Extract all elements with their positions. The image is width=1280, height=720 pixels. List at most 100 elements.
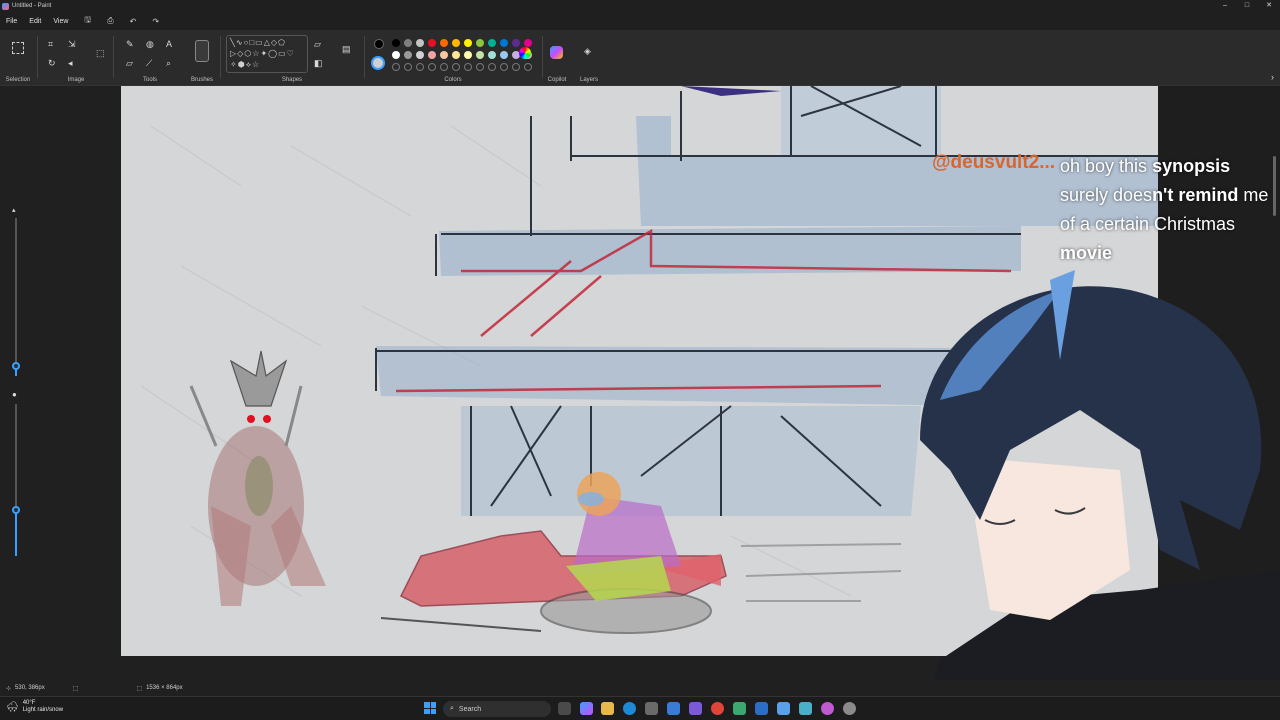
undo-icon[interactable]: ↶ (124, 17, 143, 26)
color-swatch[interactable] (476, 39, 484, 47)
task-view-icon[interactable] (558, 702, 571, 715)
color-swatch[interactable] (404, 39, 412, 47)
flip-icon[interactable]: ◂ (68, 58, 73, 69)
color-swatch[interactable] (440, 39, 448, 47)
save-icon[interactable]: 🖫 (78, 14, 97, 28)
color-swatch[interactable] (392, 63, 400, 71)
color-swatch[interactable] (452, 63, 460, 71)
color-swatch[interactable] (500, 63, 508, 71)
pencil-icon[interactable]: ✎ (126, 39, 134, 50)
color-swatch[interactable] (464, 39, 472, 47)
shape-style-icon[interactable]: ▤ (342, 44, 351, 55)
resize-icon[interactable]: ⇲ (68, 39, 76, 50)
maximize-button[interactable]: □ (1236, 0, 1258, 12)
chat-message-part: movie (1060, 243, 1113, 263)
divider (113, 36, 114, 78)
color-swatch[interactable] (488, 51, 496, 59)
color-swatch[interactable] (524, 39, 532, 47)
copilot-label: Copilot (547, 77, 567, 83)
opacity-slider-thumb[interactable] (12, 506, 20, 514)
color-swatch[interactable] (404, 51, 412, 59)
color-swatch[interactable] (452, 51, 460, 59)
copilot-taskbar-icon[interactable] (580, 702, 593, 715)
weather-widget[interactable]: 🌨 40°F Light rain/snow (6, 700, 63, 714)
tools-group: ✎ ◍ A ▱ ⟋ ⌕ Tools (116, 30, 184, 86)
color-swatch[interactable] (452, 39, 460, 47)
color-swatch[interactable] (416, 63, 424, 71)
primary-color-swatch[interactable] (374, 39, 384, 49)
color-swatch[interactable] (416, 51, 424, 59)
brush-icon[interactable] (195, 40, 209, 62)
share-icon[interactable]: ⎙ (101, 16, 119, 26)
divider (364, 36, 365, 78)
color-swatch[interactable] (440, 63, 448, 71)
color-swatch[interactable] (464, 63, 472, 71)
color-swatch[interactable] (476, 63, 484, 71)
redo-icon[interactable]: ↷ (146, 17, 165, 26)
start-icon[interactable] (424, 702, 436, 714)
color-swatch[interactable] (440, 51, 448, 59)
app-icon[interactable] (689, 702, 702, 715)
shape-fill-icon[interactable]: ◧ (314, 58, 323, 69)
status-bar: ⊹ 530, 386px ⬚ ⬚ 1536 × 864px (0, 680, 1280, 696)
size-slider-thumb[interactable] (12, 362, 20, 370)
image-select-icon[interactable]: ⬚ (96, 48, 105, 59)
text-icon[interactable]: A (166, 39, 172, 49)
color-swatch[interactable] (464, 51, 472, 59)
color-swatch[interactable] (392, 51, 400, 59)
divider (220, 36, 221, 78)
taskbar-search[interactable]: ⌕ Search (443, 701, 551, 717)
shapes-gallery[interactable]: ╲∿○□▭△◇⬠ ▷◇⬡☆✦◯▭♡ ✧⬢⟡☆ (226, 35, 308, 73)
outline-icon[interactable]: ▱ (314, 39, 321, 50)
browser-icon[interactable] (711, 702, 724, 715)
size-slider-track[interactable] (15, 218, 17, 368)
minimize-button[interactable]: – (1214, 0, 1236, 12)
app-icon[interactable] (755, 702, 768, 715)
secondary-color-swatch[interactable] (371, 56, 385, 70)
settings-icon[interactable] (843, 702, 856, 715)
paint-app-icon (2, 2, 9, 10)
paint-taskbar-icon[interactable] (799, 702, 812, 715)
color-swatch[interactable] (392, 39, 400, 47)
color-swatch[interactable] (524, 63, 532, 71)
colors-label: Colors (444, 77, 462, 83)
color-swatch[interactable] (428, 39, 436, 47)
color-swatch[interactable] (488, 39, 496, 47)
color-swatch[interactable] (428, 63, 436, 71)
color-wheel-icon[interactable] (519, 47, 531, 59)
menu-view[interactable]: View (47, 18, 74, 25)
app-icon[interactable] (821, 702, 834, 715)
color-swatch[interactable] (500, 51, 508, 59)
color-swatch[interactable] (488, 63, 496, 71)
menu-edit[interactable]: Edit (23, 18, 47, 25)
menu-file[interactable]: File (0, 18, 23, 25)
app-icon[interactable] (777, 702, 790, 715)
color-swatch[interactable] (512, 63, 520, 71)
color-swatch[interactable] (404, 63, 412, 71)
eraser-icon[interactable]: ▱ (126, 58, 133, 69)
color-swatch[interactable] (512, 39, 520, 47)
app-icon[interactable] (667, 702, 680, 715)
rotate-icon[interactable]: ↻ (48, 58, 56, 69)
opacity-slider-fill (15, 510, 17, 556)
selection-icon[interactable] (12, 42, 24, 54)
fill-icon[interactable]: ◍ (146, 39, 154, 50)
selection-group: Selection (0, 30, 36, 86)
title-bar: Untitled - Paint – □ ✕ (0, 0, 1280, 12)
edge-icon[interactable] (623, 702, 636, 715)
color-picker-icon[interactable]: ⟋ (146, 58, 152, 69)
color-swatch[interactable] (428, 51, 436, 59)
close-button[interactable]: ✕ (1258, 0, 1280, 12)
crop-icon[interactable]: ⌗ (48, 39, 53, 50)
store-icon[interactable] (645, 702, 658, 715)
color-swatch[interactable] (416, 39, 424, 47)
layers-icon[interactable]: ◈ (584, 46, 591, 57)
copilot-icon[interactable] (550, 46, 563, 59)
collapse-ribbon-icon[interactable]: › (1271, 72, 1274, 82)
tools-label: Tools (142, 77, 157, 83)
file-explorer-icon[interactable] (601, 702, 614, 715)
color-swatch[interactable] (500, 39, 508, 47)
color-swatch[interactable] (476, 51, 484, 59)
magnifier-icon[interactable]: ⌕ (166, 58, 171, 69)
app-icon[interactable] (733, 702, 746, 715)
